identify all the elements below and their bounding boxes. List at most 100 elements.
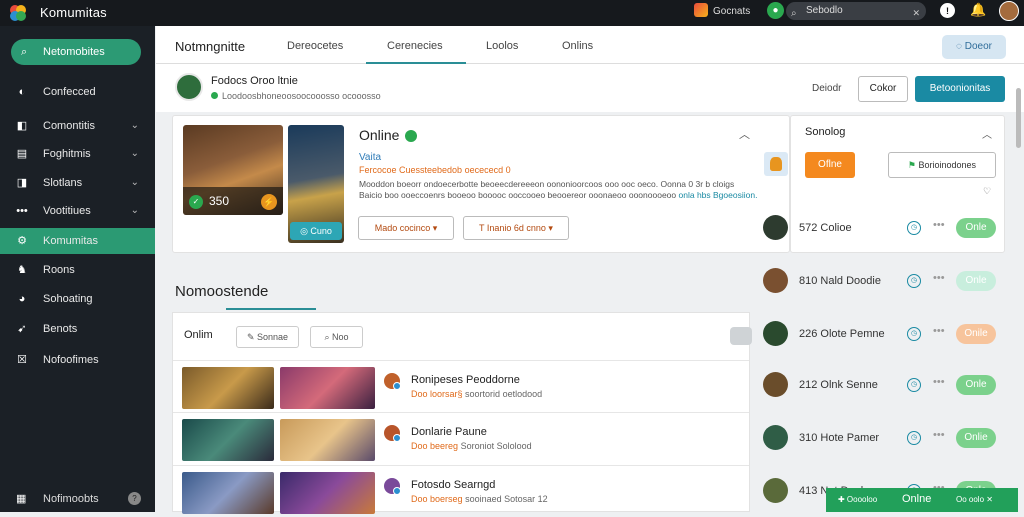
feed-thumbnail[interactable] — [182, 472, 274, 514]
feed-thumbnail[interactable] — [280, 367, 375, 409]
member-avatar[interactable] — [763, 372, 788, 397]
featured-count: 350 — [209, 194, 230, 208]
feed-row-title[interactable]: Donlarie Paune — [411, 426, 487, 438]
featured-dropdown-a[interactable]: Mado cocinco ▾ — [358, 216, 454, 240]
member-avatar[interactable] — [763, 268, 788, 293]
feed-thumbnail[interactable] — [280, 472, 375, 514]
sidebar-search-button[interactable]: ⌕ Netomobites — [11, 39, 141, 65]
chevron-down-icon[interactable]: ⌄ — [131, 113, 139, 139]
sidebar-item-4[interactable]: ◨ Slotlans ⌄ — [0, 170, 155, 196]
info-icon[interactable]: ! — [940, 3, 955, 18]
featured-dropdown-b[interactable]: T Inanio 6d cnno ▾ — [463, 216, 569, 240]
more-icon[interactable]: ••• — [933, 325, 945, 337]
feed-thumbnail[interactable] — [182, 367, 274, 409]
collapse-chevron-icon[interactable]: ︿ — [739, 126, 750, 142]
member-avatar[interactable] — [763, 425, 788, 450]
float-right-label[interactable]: Oo oolo ✕ — [956, 495, 993, 504]
featured-artwork-1[interactable]: ✓ 350 ⚡ — [183, 125, 283, 215]
game-icon[interactable] — [694, 3, 708, 17]
scrollbar[interactable] — [1016, 88, 1021, 148]
feed-row[interactable]: Donlarie Paune Doo beereg Soroniot Sololo… — [173, 412, 749, 464]
member-status-badge[interactable]: Onle — [956, 375, 996, 395]
profile-avatar[interactable] — [175, 73, 203, 101]
clock-icon[interactable]: ◷ — [907, 431, 921, 445]
help-icon[interactable]: ? — [128, 492, 141, 505]
author-avatar-icon[interactable] — [384, 478, 401, 495]
sidebar-item-3[interactable]: ▤ Foghitmis ⌄ — [0, 141, 155, 167]
feed-edit-button[interactable]: ✎ Sonnae — [236, 326, 299, 348]
featured-artwork-label[interactable]: ◎ Cuno — [290, 222, 342, 240]
chevron-down-icon[interactable]: ⌄ — [131, 170, 139, 196]
member-avatar[interactable] — [763, 215, 788, 240]
featured-description-link[interactable]: onla hbs Bgoeosiion. — [679, 190, 758, 200]
character-icon[interactable] — [764, 152, 788, 176]
tab-3[interactable]: Loolos — [486, 40, 518, 52]
collapse-chevron-icon[interactable]: ︿ — [982, 126, 992, 141]
profile-header: Fodocs Oroo ltnie Loodoosbhoneoosoocooos… — [156, 64, 1024, 112]
profile-secondary-button[interactable]: Cokor — [858, 76, 908, 102]
featured-artwork-2[interactable]: ◎ Cuno — [288, 125, 344, 243]
member-status-badge[interactable]: Onle — [956, 271, 996, 291]
sidebar-item-10[interactable]: ☒ Nofoofimes — [0, 347, 155, 373]
float-left-label[interactable]: ✚ Ooooloo — [838, 495, 877, 504]
tab-bar-action-button[interactable]: ◌ Doeor — [942, 35, 1006, 59]
more-icon[interactable]: ••• — [933, 376, 945, 388]
more-icon[interactable]: ••• — [933, 272, 945, 284]
feed-row-title[interactable]: Ronipeses Peoddorne — [411, 374, 520, 386]
tab-1[interactable]: Dereocetes — [287, 40, 343, 52]
feed-row[interactable]: Fotosdo Searngd Doo boerseg sooinaed Soto… — [173, 465, 749, 517]
tab-4[interactable]: Onlins — [562, 40, 593, 52]
member-status-badge[interactable]: Onle — [956, 218, 996, 238]
sidebar-item-2[interactable]: ◧ Comontitis ⌄ — [0, 113, 155, 139]
clock-icon[interactable]: ◷ — [907, 378, 921, 392]
author-avatar-icon[interactable] — [384, 373, 401, 390]
more-icon[interactable]: ••• — [933, 429, 945, 441]
sidebar-item-1[interactable]: ◐ Confecced — [0, 79, 155, 105]
chevron-down-icon[interactable]: ⌄ — [131, 198, 139, 224]
sidebar-item-6[interactable]: ⚙ Komumitas — [0, 228, 155, 254]
member-name: 572 Colioe — [799, 222, 852, 234]
clock-icon[interactable]: ◷ — [907, 274, 921, 288]
member-row[interactable]: 310 Hote Pamer ◷ ••• Onlie — [763, 425, 1003, 451]
tab-bar: Notmngnitte Dereocetes Cerenecies Loolos… — [156, 26, 1024, 64]
feed-row-title[interactable]: Fotosdo Searngd — [411, 479, 495, 491]
clock-icon[interactable]: ◷ — [907, 327, 921, 341]
feed-toggle[interactable] — [730, 327, 752, 345]
profile-primary-button[interactable]: Betoonionitas — [915, 76, 1005, 102]
more-icon[interactable]: ••• — [933, 219, 945, 231]
member-status-badge[interactable]: Onlie — [956, 428, 996, 448]
search-input[interactable]: ⌕ Sebodlo ✕ — [786, 2, 926, 20]
clock-icon[interactable]: ◷ — [907, 221, 921, 235]
feed-row[interactable]: Ronipeses Peoddorne Doo loorsar§ soortori… — [173, 360, 749, 412]
sidebar-item-9[interactable]: ➹ Benots — [0, 316, 155, 342]
chevron-down-icon[interactable]: ⌄ — [131, 141, 139, 167]
featured-tag[interactable]: Vaita — [359, 152, 381, 163]
heart-icon[interactable]: ♡ — [983, 186, 991, 197]
author-avatar-icon[interactable] — [384, 425, 401, 442]
tab-2[interactable]: Cerenecies — [387, 40, 443, 52]
status-online-icon[interactable]: ● — [767, 2, 784, 19]
member-row[interactable]: 572 Colioe ◷ ••• Onle — [763, 215, 1003, 241]
member-avatar[interactable] — [763, 321, 788, 346]
right-panel-action-button[interactable]: ⚑ Borioinodones — [888, 152, 996, 178]
offline-button[interactable]: Oflne — [805, 152, 855, 178]
member-row[interactable]: 212 Olnk Senne ◷ ••• Onle — [763, 372, 1003, 398]
feed-thumbnail[interactable] — [182, 419, 274, 461]
member-row[interactable]: 810 Nald Doodie ◷ ••• Onle — [763, 268, 1003, 294]
clear-search-icon[interactable]: ✕ — [912, 4, 920, 22]
member-avatar[interactable] — [763, 478, 788, 503]
sidebar-item-5[interactable]: ••• Vootitiues ⌄ — [0, 198, 155, 224]
profile-link[interactable]: Deiodr — [812, 83, 841, 94]
member-row[interactable]: 226 Olote Pemne ◷ ••• Onile — [763, 321, 1003, 347]
user-avatar[interactable] — [999, 1, 1019, 21]
feed-thumbnail[interactable] — [280, 419, 375, 461]
featured-description: Mooddon boeorr ondoecerbotte beoeecderee… — [359, 179, 758, 200]
member-status-badge[interactable]: Onile — [956, 324, 996, 344]
bell-icon[interactable]: 🔔 — [970, 2, 986, 18]
feed-search-button[interactable]: ⌕ Noo — [310, 326, 363, 348]
sidebar-item-7[interactable]: ♞ Roons — [0, 257, 155, 283]
sidebar-item-8[interactable]: ◕ Sohoating — [0, 286, 155, 312]
game-label[interactable]: Gocnats — [713, 6, 750, 17]
floating-status-bar[interactable]: ✚ Ooooloo Onlne Oo oolo ✕ — [826, 488, 1018, 512]
sidebar-footer-item[interactable]: ▦ Nofimoobts ? — [0, 488, 155, 510]
